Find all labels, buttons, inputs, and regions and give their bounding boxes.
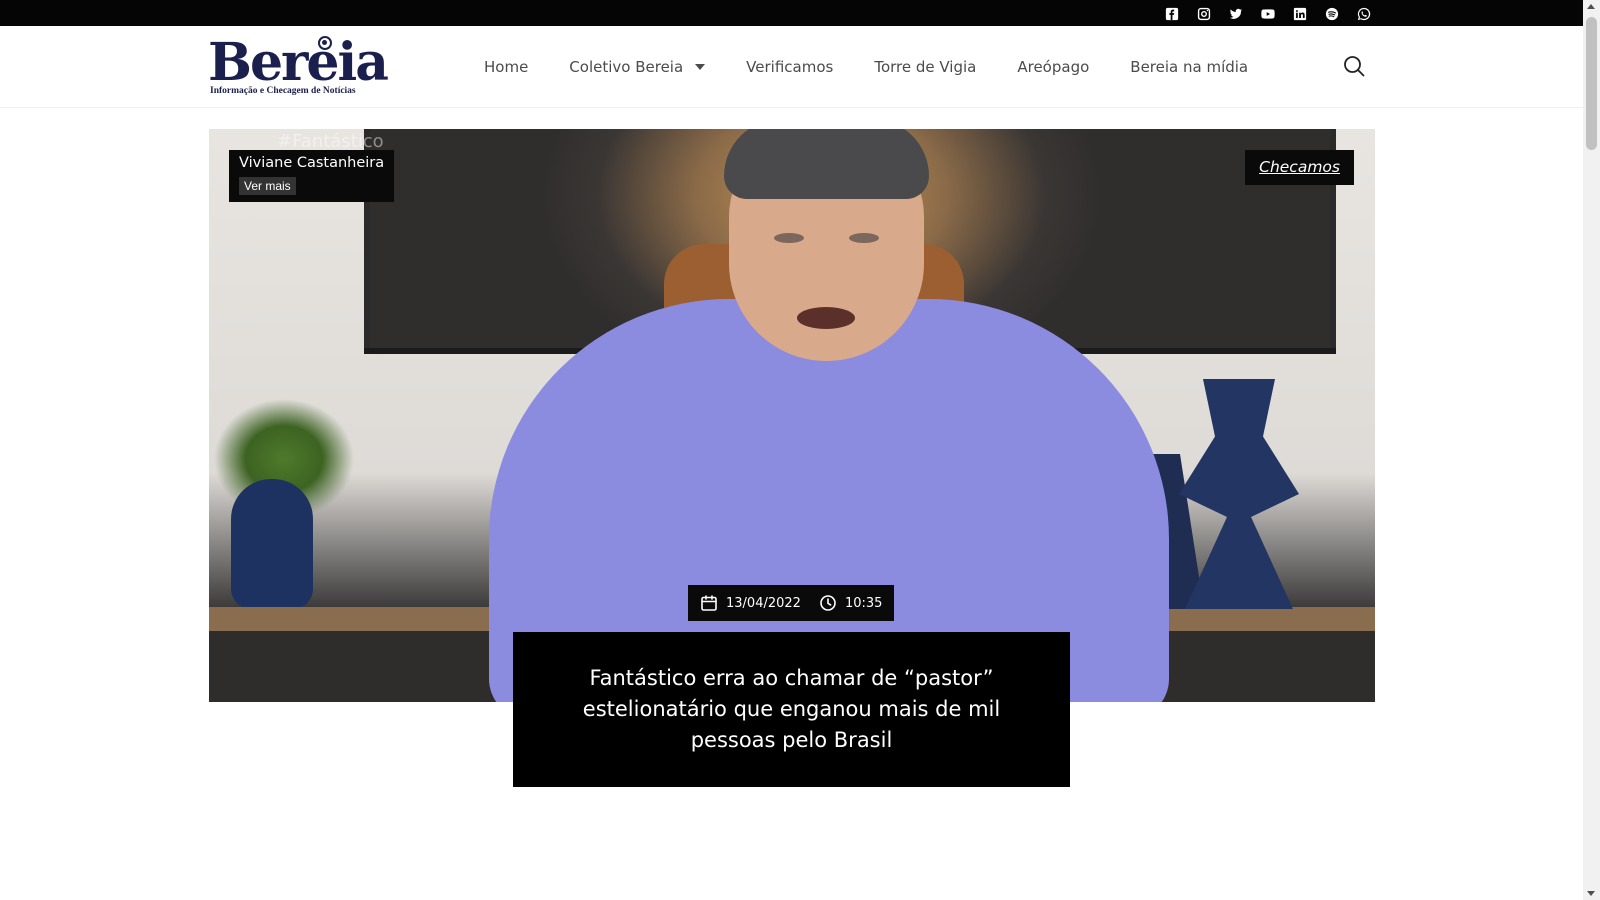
category-link[interactable]: Checamos [1259,158,1340,176]
scrollbar-thumb[interactable] [1586,17,1597,150]
article-title-box[interactable]: Fantástico erra ao chamar de “pastor” es… [513,632,1070,787]
chevron-down-icon [695,64,706,70]
nav-coletivo-bereia[interactable]: Coletivo Bereia [569,58,706,76]
author-more-link[interactable]: Ver mais [239,177,296,195]
clock-icon [820,595,836,611]
image-watermark-hashtag: #Fantástico [277,131,384,152]
nav-torre-de-vigia[interactable]: Torre de Vigia [874,58,976,76]
article-title[interactable]: Fantástico erra ao chamar de “pastor” es… [553,663,1030,756]
person-mouth [797,307,855,329]
logo-wordmark: Bereia [208,32,389,93]
linkedin-icon[interactable] [1290,4,1309,23]
nav-areopago[interactable]: Areópago [1017,58,1089,76]
social-bar [0,0,1583,26]
person-eye [774,233,804,243]
post-meta: 13/04/2022 10:35 [688,585,895,621]
site-logo[interactable]: Bereia Informação e Checagem de Notícias [208,32,389,100]
spotify-icon[interactable] [1322,4,1341,23]
search-icon [1344,56,1365,77]
author-box: Viviane Castanheira Ver mais [229,150,395,202]
pot-decor [231,479,313,609]
post-time: 10:35 [844,595,883,611]
nav-verificamos[interactable]: Verificamos [746,58,833,76]
page-scrollbar[interactable] [1583,0,1600,900]
twitter-icon[interactable] [1226,4,1245,23]
youtube-icon[interactable] [1258,4,1277,23]
whatsapp-icon[interactable] [1354,4,1373,23]
scroll-up-icon[interactable] [1587,4,1595,9]
category-badge[interactable]: Checamos [1245,150,1354,185]
person-hair [724,129,929,199]
facebook-icon[interactable] [1162,4,1181,23]
post-date: 13/04/2022 [726,595,801,611]
main-nav: Home Coletivo Bereia Verificamos Torre d… [484,26,1289,108]
nav-home[interactable]: Home [484,58,528,76]
person-eye [849,233,879,243]
scroll-down-icon[interactable] [1587,891,1595,896]
site-header: Bereia Informação e Checagem de Notícias… [0,26,1583,108]
social-links [1162,4,1373,23]
instagram-icon[interactable] [1194,4,1213,23]
nav-bereia-na-midia[interactable]: Bereia na mídia [1130,58,1248,76]
logo-tagline: Informação e Checagem de Notícias [210,86,356,96]
calendar-icon [701,595,717,611]
author-name[interactable]: Viviane Castanheira [239,155,384,171]
search-button[interactable] [1342,54,1370,82]
logo-dot-icon [318,36,332,50]
